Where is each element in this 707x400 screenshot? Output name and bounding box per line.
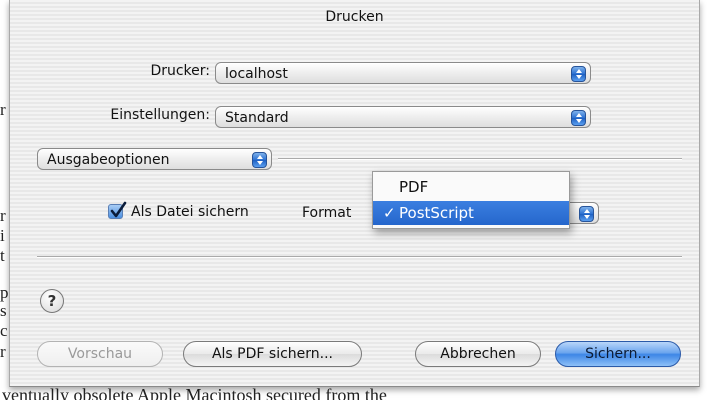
format-menu: PDF ✓ PostScript — [372, 171, 570, 229]
save-button[interactable]: Sichern... — [555, 341, 681, 367]
popup-arrows-icon — [571, 66, 586, 82]
menu-item-label: PDF — [399, 178, 429, 196]
dialog-title: Drucken — [325, 9, 384, 25]
popup-arrows-icon — [252, 152, 267, 168]
popup-arrows-icon — [571, 110, 586, 126]
checkmark-icon — [110, 201, 127, 218]
printer-label: Drucker: — [150, 63, 210, 79]
popup-arrows-icon — [579, 206, 594, 222]
preview-button[interactable]: Vorschau — [37, 341, 163, 367]
panel-popup[interactable]: Ausgabeoptionen — [37, 148, 272, 170]
print-sheet: Drucken Drucker: localhost Einstellungen… — [9, 0, 700, 387]
menu-item-postscript[interactable]: ✓ PostScript — [373, 201, 569, 225]
check-icon: ✓ — [383, 204, 396, 222]
cancel-button[interactable]: Abbrechen — [415, 341, 541, 367]
panel-value: Ausgabeoptionen — [47, 152, 170, 168]
save-as-file-label: Als Datei sichern — [131, 204, 249, 220]
menu-item-pdf[interactable]: PDF — [373, 175, 569, 199]
presets-value: Standard — [225, 110, 289, 126]
save-pdf-button[interactable]: Als PDF sichern... — [183, 341, 362, 367]
help-icon[interactable]: ? — [40, 289, 64, 313]
printer-value: localhost — [225, 66, 288, 82]
presets-popup[interactable]: Standard — [215, 106, 591, 128]
buttons-separator — [37, 256, 682, 258]
format-label: Format — [302, 205, 352, 221]
printer-popup[interactable]: localhost — [215, 62, 591, 84]
panel-separator — [278, 158, 682, 160]
menu-item-label: PostScript — [399, 204, 474, 222]
save-as-file-checkbox[interactable] — [108, 201, 127, 219]
presets-label: Einstellungen: — [110, 107, 210, 123]
